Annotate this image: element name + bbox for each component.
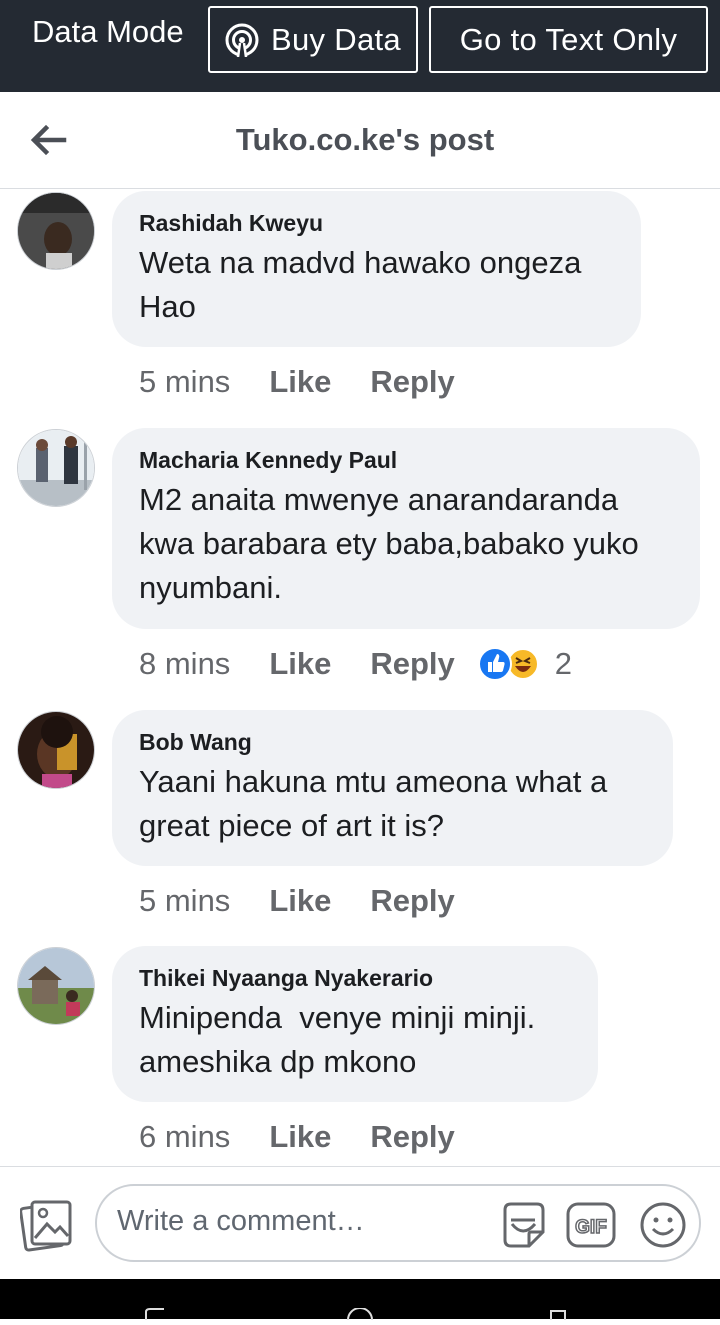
data-mode-bar: Data Mode Buy Data Go to Text Only [0,0,720,92]
emoji-icon[interactable] [638,1200,688,1250]
avatar[interactable] [17,192,95,270]
comment-actions: 8 mins Like Reply 2 [139,644,572,684]
go-to-text-only-button[interactable]: Go to Text Only [429,6,708,73]
comment-time[interactable]: 8 mins [139,646,230,682]
comment-actions: 6 mins Like Reply [139,1117,477,1157]
comment-composer: Write a comment… GIF [0,1166,720,1279]
reaction-summary[interactable] [477,646,541,682]
sticker-icon[interactable] [499,1200,549,1250]
svg-text:GIF: GIF [575,1217,607,1238]
comment-actions: 5 mins Like Reply [139,362,477,402]
photo-icon[interactable] [19,1198,74,1252]
avatar[interactable] [17,711,95,789]
reply-button[interactable]: Reply [370,646,454,682]
like-button[interactable]: Like [269,1119,331,1155]
comment-input[interactable]: Write a comment… GIF [95,1184,701,1262]
post-header: Tuko.co.ke's post [0,92,720,189]
avatar[interactable] [17,429,95,507]
comment-text: Weta na madvd hawako ongeza Hao [139,245,582,324]
buy-data-button[interactable]: Buy Data [208,6,418,73]
comment-author[interactable]: Bob Wang [139,728,647,756]
comment-author[interactable]: Macharia Kennedy Paul [139,446,674,474]
gif-icon[interactable]: GIF [566,1200,616,1250]
page-title: Tuko.co.ke's post [235,122,495,157]
comment-text: M2 anaita mwenye anarandaranda kwa barab… [139,482,639,605]
like-button[interactable]: Like [269,883,331,919]
buy-data-label: Buy Data [271,21,401,57]
reply-button[interactable]: Reply [370,364,454,400]
comment-text: Yaani hakuna mtu ameona what a great pie… [139,764,608,843]
comment-time[interactable]: 6 mins [139,1119,230,1155]
data-mode-label: Data Mode [32,14,184,49]
nav-recents-icon[interactable] [545,1307,575,1320]
comment-author[interactable]: Thikei Nyaanga Nyakerario [139,964,572,992]
nav-back-icon[interactable] [140,1307,170,1320]
comment-bubble: Bob Wang Yaani hakuna mtu ameona what a … [112,710,673,866]
comment-author[interactable]: Rashidah Kweyu [139,209,615,237]
nav-home-icon[interactable] [345,1307,375,1321]
comment-actions: 5 mins Like Reply [139,881,477,921]
comment-bubble: Thikei Nyaanga Nyakerario Minipenda veny… [112,946,598,1102]
like-button[interactable]: Like [269,364,331,400]
system-nav-bar [0,1279,720,1321]
reply-button[interactable]: Reply [370,1119,454,1155]
comment-bubble: Macharia Kennedy Paul M2 anaita mwenye a… [112,428,700,629]
comment-placeholder: Write a comment… [117,1205,365,1237]
comment-time[interactable]: 5 mins [139,364,230,400]
comment-time[interactable]: 5 mins [139,883,230,919]
broadcast-icon [225,23,259,57]
avatar[interactable] [17,947,95,1025]
reply-button[interactable]: Reply [370,883,454,919]
comment-bubble: Rashidah Kweyu Weta na madvd hawako onge… [112,191,641,347]
text-only-label: Go to Text Only [459,21,678,57]
like-button[interactable]: Like [269,646,331,682]
reaction-count[interactable]: 2 [555,646,572,682]
comment-text: Minipenda venye minji minji. ameshika dp… [139,1000,536,1079]
